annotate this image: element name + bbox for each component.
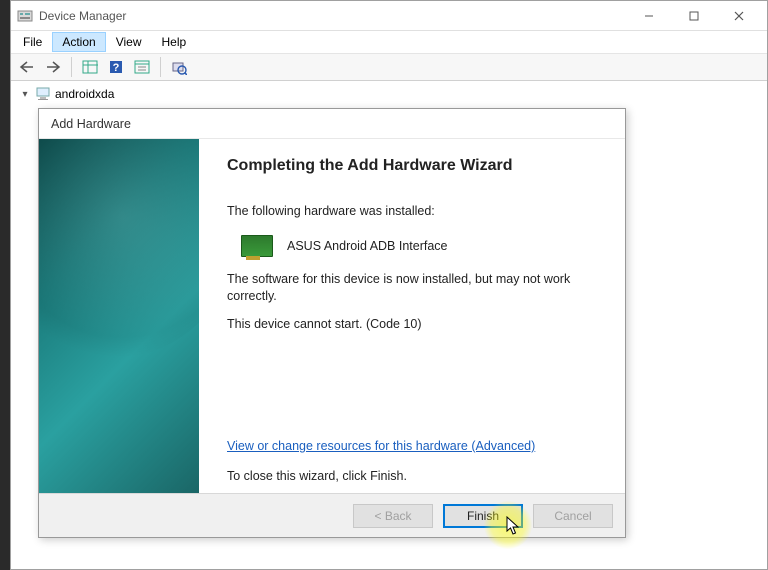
forward-icon[interactable] <box>41 55 65 79</box>
wizard-title: Add Hardware <box>39 109 625 139</box>
menu-bar: File Action View Help <box>11 31 767 53</box>
title-bar: Device Manager <box>11 1 767 31</box>
expand-icon[interactable]: ▾ <box>19 89 31 100</box>
wizard-heading: Completing the Add Hardware Wizard <box>227 157 595 175</box>
maximize-button[interactable] <box>671 2 716 30</box>
back-icon[interactable] <box>15 55 39 79</box>
window-title: Device Manager <box>39 9 626 23</box>
app-icon <box>17 8 33 24</box>
add-hardware-wizard: Add Hardware Completing the Add Hardware… <box>38 108 626 538</box>
advanced-resources-link[interactable]: View or change resources for this hardwa… <box>227 439 595 453</box>
menu-view[interactable]: View <box>106 32 152 52</box>
wizard-side-panel <box>39 139 199 493</box>
tree-root-row[interactable]: ▾ androidxda <box>11 85 767 103</box>
svg-text:?: ? <box>113 62 120 74</box>
toolbar-separator <box>71 57 72 77</box>
minimize-button[interactable] <box>626 2 671 30</box>
menu-file[interactable]: File <box>13 32 52 52</box>
close-button[interactable] <box>716 2 761 30</box>
wizard-content: Completing the Add Hardware Wizard The f… <box>199 139 625 493</box>
close-hint: To close this wizard, click Finish. <box>227 469 595 483</box>
device-card-icon <box>241 235 273 257</box>
status-text-2: This device cannot start. (Code 10) <box>227 316 595 334</box>
computer-icon <box>35 86 51 102</box>
menu-action[interactable]: Action <box>52 32 105 52</box>
tree-root-label: androidxda <box>55 87 114 101</box>
device-name: ASUS Android ADB Interface <box>287 239 448 253</box>
menu-help[interactable]: Help <box>152 32 197 52</box>
cancel-button: Cancel <box>533 504 613 528</box>
properties-icon[interactable] <box>130 55 154 79</box>
toolbar-separator <box>160 57 161 77</box>
wizard-body: Completing the Add Hardware Wizard The f… <box>39 139 625 493</box>
scan-hardware-icon[interactable] <box>167 55 191 79</box>
wizard-button-bar: < Back Finish Cancel <box>39 493 625 537</box>
installed-label: The following hardware was installed: <box>227 203 595 221</box>
show-hide-tree-icon[interactable] <box>78 55 102 79</box>
status-text-1: The software for this device is now inst… <box>227 271 595 306</box>
finish-button[interactable]: Finish <box>443 504 523 528</box>
window-controls <box>626 2 761 30</box>
help-icon[interactable]: ? <box>104 55 128 79</box>
back-button: < Back <box>353 504 433 528</box>
hardware-row: ASUS Android ADB Interface <box>227 231 595 271</box>
toolbar: ? <box>11 53 767 81</box>
